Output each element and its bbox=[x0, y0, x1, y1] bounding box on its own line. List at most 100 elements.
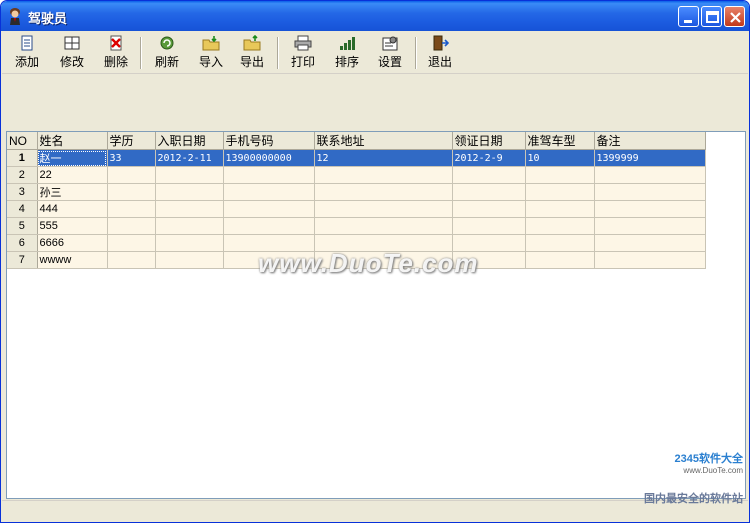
printer-icon bbox=[294, 35, 312, 51]
maximize-button[interactable] bbox=[701, 6, 722, 27]
table-cell[interactable] bbox=[594, 234, 706, 252]
delete-button[interactable]: 删除 bbox=[101, 35, 131, 69]
table-cell[interactable] bbox=[107, 183, 156, 201]
row-number[interactable]: 2 bbox=[7, 166, 38, 184]
corner-watermark: 2345软件大全 www.DuoTe.com 国内最安全的软件站 bbox=[603, 450, 743, 505]
table-cell[interactable] bbox=[155, 217, 224, 235]
table-cell[interactable] bbox=[525, 200, 595, 218]
table-cell[interactable] bbox=[155, 183, 224, 201]
table-cell[interactable]: 赵一 bbox=[37, 149, 108, 167]
column-header[interactable]: 备注 bbox=[594, 132, 706, 150]
table-cell[interactable]: 孙三 bbox=[37, 183, 108, 201]
refresh-button[interactable]: 刷新 bbox=[152, 35, 182, 69]
table-cell[interactable] bbox=[155, 234, 224, 252]
edit-button[interactable]: 修改 bbox=[57, 35, 87, 69]
settings-button[interactable]: 设置 bbox=[375, 35, 405, 69]
table-cell[interactable] bbox=[594, 183, 706, 201]
export-button[interactable]: 导出 bbox=[237, 35, 267, 69]
toolbar-separator bbox=[140, 37, 142, 69]
table-row[interactable]: 5 555 bbox=[7, 217, 706, 235]
column-header[interactable]: 学历 bbox=[107, 132, 156, 150]
minimize-button[interactable] bbox=[678, 6, 699, 27]
exit-button[interactable]: 退出 bbox=[425, 35, 455, 69]
table-cell[interactable]: 12 bbox=[314, 149, 453, 167]
watermark-text: www.DuoTe.com bbox=[258, 248, 479, 278]
table-cell[interactable]: 1399999 bbox=[594, 149, 706, 167]
table-row[interactable]: 1 赵一 33 2012-2-11 13900000000 12 2012-2-9 10 139… bbox=[7, 149, 706, 167]
table-cell[interactable] bbox=[594, 166, 706, 184]
exit-door-icon bbox=[433, 35, 449, 51]
table-cell[interactable] bbox=[314, 200, 453, 218]
column-header[interactable]: 联系地址 bbox=[314, 132, 453, 150]
table-cell[interactable] bbox=[452, 200, 526, 218]
row-number[interactable]: 7 bbox=[7, 251, 38, 269]
table-cell[interactable] bbox=[452, 166, 526, 184]
table-cell[interactable] bbox=[155, 251, 224, 269]
column-header[interactable]: NO bbox=[7, 132, 38, 150]
close-button[interactable] bbox=[724, 6, 745, 27]
table-cell[interactable]: 555 bbox=[37, 217, 108, 235]
table-cell[interactable] bbox=[525, 217, 595, 235]
driver-window: 驾驶员 添加 修改 删除 刷新 导入 导出 打印 排序 设置 退出 NO 姓名 … bbox=[0, 0, 750, 523]
edit-grid-icon bbox=[64, 36, 80, 50]
column-header[interactable]: 手机号码 bbox=[223, 132, 315, 150]
table-cell[interactable]: 2012-2-11 bbox=[155, 149, 224, 167]
table-row[interactable]: 4 444 bbox=[7, 200, 706, 218]
table-cell[interactable] bbox=[594, 251, 706, 269]
table-cell[interactable] bbox=[314, 217, 453, 235]
sort-button[interactable]: 排序 bbox=[332, 35, 362, 69]
add-button[interactable]: 添加 bbox=[12, 35, 42, 69]
table-cell[interactable] bbox=[525, 234, 595, 252]
toolbar-separator bbox=[277, 37, 279, 69]
table-cell[interactable] bbox=[155, 166, 224, 184]
table-cell[interactable] bbox=[107, 251, 156, 269]
table-cell[interactable] bbox=[452, 217, 526, 235]
add-document-icon bbox=[21, 35, 33, 51]
table-cell[interactable] bbox=[107, 217, 156, 235]
table-cell[interactable] bbox=[223, 200, 315, 218]
toolbar: 添加 修改 删除 刷新 导入 导出 打印 排序 设置 退出 bbox=[2, 31, 748, 73]
table-cell[interactable] bbox=[525, 251, 595, 269]
table-cell[interactable] bbox=[223, 217, 315, 235]
table-cell[interactable]: 33 bbox=[107, 149, 156, 167]
row-number[interactable]: 4 bbox=[7, 200, 38, 218]
table-cell[interactable] bbox=[452, 183, 526, 201]
delete-icon bbox=[110, 35, 122, 51]
row-number[interactable]: 3 bbox=[7, 183, 38, 201]
table-cell[interactable] bbox=[107, 166, 156, 184]
table-cell[interactable] bbox=[107, 200, 156, 218]
print-button[interactable]: 打印 bbox=[288, 35, 318, 69]
column-header[interactable]: 准驾车型 bbox=[525, 132, 595, 150]
column-header[interactable]: 领证日期 bbox=[452, 132, 526, 150]
row-number[interactable]: 6 bbox=[7, 234, 38, 252]
table-cell[interactable]: 2012-2-9 bbox=[452, 149, 526, 167]
table-cell[interactable]: 10 bbox=[525, 149, 595, 167]
table-cell[interactable] bbox=[594, 217, 706, 235]
table-cell[interactable] bbox=[107, 234, 156, 252]
sort-bars-icon bbox=[340, 37, 355, 50]
table-cell[interactable] bbox=[525, 166, 595, 184]
data-grid-area[interactable]: NO 姓名 学历 入职日期 手机号码 联系地址 领证日期 准驾车型 备注 1 赵一… bbox=[6, 131, 746, 499]
table-cell[interactable] bbox=[525, 183, 595, 201]
table-cell[interactable] bbox=[314, 166, 453, 184]
table-cell[interactable]: 444 bbox=[37, 200, 108, 218]
table-cell[interactable] bbox=[155, 200, 224, 218]
table-row[interactable]: 3 孙三 bbox=[7, 183, 706, 201]
title-bar[interactable]: 驾驶员 bbox=[1, 1, 749, 31]
table-row[interactable]: 2 22 bbox=[7, 166, 706, 184]
table-cell[interactable] bbox=[314, 183, 453, 201]
column-header[interactable]: 姓名 bbox=[37, 132, 108, 150]
import-button[interactable]: 导入 bbox=[196, 35, 226, 69]
table-cell[interactable]: wwww bbox=[37, 251, 108, 269]
table-cell[interactable]: 13900000000 bbox=[223, 149, 315, 167]
row-number[interactable]: 1 bbox=[7, 149, 38, 167]
table-cell[interactable] bbox=[223, 166, 315, 184]
column-header[interactable]: 入职日期 bbox=[155, 132, 224, 150]
settings-icon bbox=[382, 36, 398, 51]
row-number[interactable]: 5 bbox=[7, 217, 38, 235]
table-cell[interactable] bbox=[594, 200, 706, 218]
export-folder-icon bbox=[243, 35, 261, 51]
table-cell[interactable]: 6666 bbox=[37, 234, 108, 252]
table-cell[interactable] bbox=[223, 183, 315, 201]
table-cell[interactable]: 22 bbox=[37, 166, 108, 184]
